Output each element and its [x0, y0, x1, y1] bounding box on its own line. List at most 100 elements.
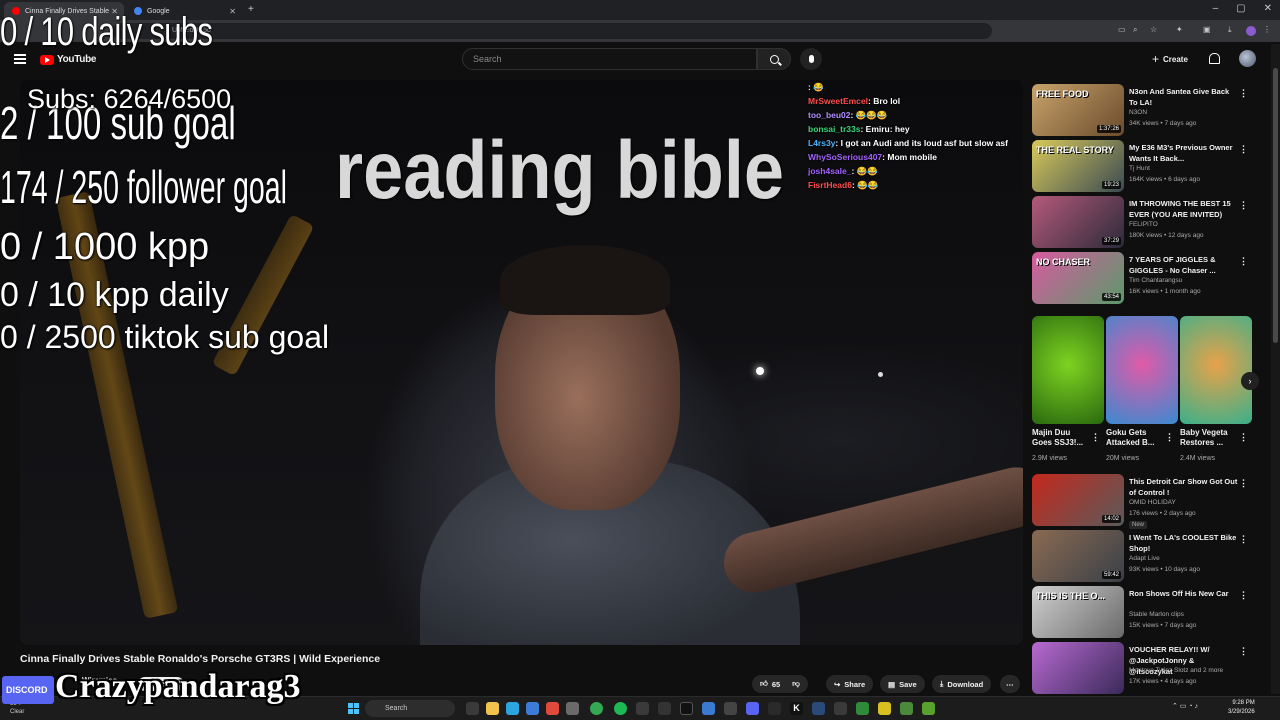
- short-item[interactable]: Goku Gets Attacked B... 20M views ⋮: [1106, 316, 1178, 462]
- file-explorer-icon[interactable]: [486, 702, 499, 715]
- recommendation-thumbnail[interactable]: 37:29: [1032, 196, 1124, 248]
- download-icon[interactable]: ⤓: [1228, 25, 1232, 35]
- short-title[interactable]: Majin Duu Goes SSJ3!...: [1032, 428, 1090, 448]
- store-icon[interactable]: [526, 702, 539, 715]
- hamburger-menu-icon[interactable]: [14, 54, 26, 64]
- short-title[interactable]: Goku Gets Attacked B...: [1106, 428, 1164, 448]
- minimize-icon[interactable]: –: [1213, 3, 1219, 14]
- recommendation-channel[interactable]: N3ON: [1129, 109, 1147, 116]
- search-button[interactable]: [757, 48, 791, 70]
- recommendation-thumbnail[interactable]: NO CHASER 43:54: [1032, 252, 1124, 304]
- scrollbar-thumb[interactable]: [1273, 68, 1278, 343]
- more-options-icon[interactable]: ⋮: [1239, 256, 1248, 267]
- app-icon[interactable]: [878, 702, 891, 715]
- taskbar-clock[interactable]: 9:28 PM 3/29/2026: [1228, 699, 1255, 717]
- app-icon[interactable]: [900, 702, 913, 715]
- new-tab-button[interactable]: +: [248, 4, 254, 15]
- close-icon[interactable]: ✕: [229, 7, 236, 16]
- more-options-icon[interactable]: ⋮: [1239, 478, 1248, 489]
- recommendation-channel[interactable]: Tim Chantarangsu: [1129, 277, 1182, 284]
- recommendation-thumbnail[interactable]: THIS IS THE O...: [1032, 586, 1124, 638]
- recommendation-item[interactable]: THE REAL STORY 19:23 My E36 M3's Previous …: [1032, 140, 1254, 192]
- recommendation-title[interactable]: This Detroit Car Show Got Out of Control…: [1129, 476, 1239, 498]
- thumbs-down-icon[interactable]: 👎︎: [792, 679, 800, 689]
- app-icon[interactable]: [768, 702, 781, 715]
- recommendation-thumbnail[interactable]: FREE FOOD 1:37:26: [1032, 84, 1124, 136]
- recommendation-item[interactable]: NO CHASER 43:54 7 YEARS OF JIGGLES & GIGGL…: [1032, 252, 1254, 304]
- recommendation-channel[interactable]: Tj Hunt: [1129, 165, 1150, 172]
- app-icon[interactable]: [834, 702, 847, 715]
- more-options-icon[interactable]: ⋮: [1239, 88, 1248, 99]
- spotify-icon[interactable]: [614, 702, 627, 715]
- recommendation-thumbnail[interactable]: [1032, 642, 1124, 694]
- kick-icon[interactable]: K: [790, 702, 803, 715]
- taskbar-search[interactable]: Search: [365, 700, 455, 717]
- extensions-icon[interactable]: ✦: [1176, 25, 1183, 34]
- recommendation-title[interactable]: N3on And Santea Give Back To LA!: [1129, 86, 1239, 108]
- recommendation-channel[interactable]: Montoya Twinz Slotz and 2 more: [1129, 667, 1223, 674]
- more-actions-button[interactable]: ⋯: [1000, 675, 1020, 693]
- more-options-icon[interactable]: ⋮: [1239, 144, 1248, 155]
- bookmark-star-icon[interactable]: ☆: [1150, 25, 1157, 34]
- close-window-icon[interactable]: ✕: [1264, 3, 1272, 14]
- account-avatar[interactable]: [1239, 50, 1256, 67]
- recommendation-channel[interactable]: FELIPITO: [1129, 221, 1158, 228]
- share-button[interactable]: ↪ Share: [826, 675, 874, 693]
- youtube-logo[interactable]: YouTube: [40, 54, 97, 65]
- steam-icon[interactable]: [812, 702, 825, 715]
- recommendation-channel[interactable]: OMID HOLIDAY: [1129, 499, 1176, 506]
- profile-avatar-icon[interactable]: [1246, 26, 1256, 36]
- app-icon[interactable]: [658, 702, 671, 715]
- app-icon[interactable]: [702, 702, 715, 715]
- recommendation-thumbnail[interactable]: 14:02: [1032, 474, 1124, 526]
- download-button[interactable]: ⤓ Download: [932, 675, 992, 693]
- more-options-icon[interactable]: ⋮: [1239, 590, 1248, 601]
- recommendation-title[interactable]: I Went To LA's COOLEST Bike Shop!: [1129, 532, 1239, 554]
- cast-icon[interactable]: ▭: [1118, 25, 1126, 34]
- short-thumbnail[interactable]: [1180, 316, 1252, 424]
- recommendation-item[interactable]: 37:29 IM THROWING THE BEST 15 EVER (YOU A…: [1032, 196, 1254, 248]
- task-view-icon[interactable]: [466, 702, 479, 715]
- tiktok-icon[interactable]: [680, 702, 693, 715]
- recommendation-item[interactable]: 14:02 This Detroit Car Show Got Out of Co…: [1032, 474, 1254, 529]
- short-title[interactable]: Baby Vegeta Restores ...: [1180, 428, 1238, 448]
- recommendation-item[interactable]: 59:42 I Went To LA's COOLEST Bike Shop! Ad…: [1032, 530, 1254, 582]
- recommendation-channel[interactable]: Stable Marlon clips: [1129, 611, 1184, 618]
- more-options-icon[interactable]: ⋮: [1239, 200, 1248, 211]
- app-icon[interactable]: [922, 702, 935, 715]
- edge-icon[interactable]: [506, 702, 519, 715]
- more-options-icon[interactable]: ⋮: [1239, 534, 1248, 545]
- zoom-icon[interactable]: ⌕: [1133, 25, 1137, 35]
- short-thumbnail[interactable]: [1032, 316, 1104, 424]
- recommendation-title[interactable]: Ron Shows Off His New Car: [1129, 588, 1239, 599]
- short-thumbnail[interactable]: [1106, 316, 1178, 424]
- recommendation-title[interactable]: 7 YEARS OF JIGGLES & GIGGLES - No Chaser…: [1129, 254, 1239, 276]
- system-tray[interactable]: ⌃ ▭ ◔ ♪: [1172, 702, 1198, 710]
- browser-menu-icon[interactable]: ⋮: [1263, 25, 1271, 34]
- app-icon[interactable]: [724, 702, 737, 715]
- recommendation-channel[interactable]: Adapt Live: [1129, 555, 1160, 562]
- app-icon[interactable]: [856, 702, 869, 715]
- recommendation-item[interactable]: THIS IS THE O... Ron Shows Off His New Ca…: [1032, 586, 1254, 638]
- more-options-icon[interactable]: ⋮: [1165, 432, 1174, 443]
- sidepanel-icon[interactable]: ▣: [1203, 25, 1211, 34]
- short-item[interactable]: Majin Duu Goes SSJ3!... 2.9M views ⋮: [1032, 316, 1104, 462]
- recommendation-thumbnail[interactable]: THE REAL STORY 19:23: [1032, 140, 1124, 192]
- discord-icon[interactable]: [746, 702, 759, 715]
- app-icon[interactable]: [636, 702, 649, 715]
- search-input[interactable]: Search: [462, 48, 757, 70]
- recommendation-item[interactable]: VOUCHER RELAY!! W/ @JackpotJonny & @itsc…: [1032, 642, 1254, 694]
- save-button[interactable]: ▤ Save: [880, 675, 925, 693]
- notifications-bell-icon[interactable]: [1209, 53, 1220, 64]
- app-icon[interactable]: [566, 702, 579, 715]
- more-options-icon[interactable]: ⋮: [1239, 646, 1248, 657]
- like-button[interactable]: 👍︎ 65 👎︎: [752, 675, 808, 693]
- voice-search-button[interactable]: [800, 48, 822, 70]
- more-options-icon[interactable]: ⋮: [1239, 432, 1248, 443]
- create-button[interactable]: + Create: [1146, 50, 1194, 68]
- short-item[interactable]: Baby Vegeta Restores ... 2.4M views ⋮: [1180, 316, 1252, 462]
- recommendation-item[interactable]: FREE FOOD 1:37:26 N3on And Santea Give Bac…: [1032, 84, 1254, 136]
- recommendation-thumbnail[interactable]: 59:42: [1032, 530, 1124, 582]
- windows-start-icon[interactable]: [348, 703, 359, 714]
- url-field[interactable]: UMfEdDX5o: [112, 23, 992, 39]
